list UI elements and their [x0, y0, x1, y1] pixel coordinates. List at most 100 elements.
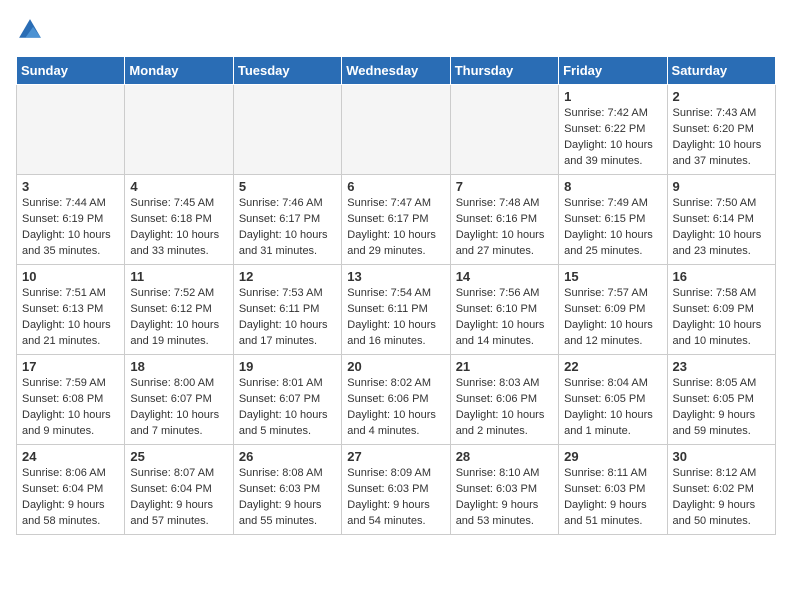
day-info: Sunrise: 8:07 AM Sunset: 6:04 PM Dayligh… [130, 466, 227, 530]
day-number: 27 [347, 449, 444, 464]
empty-cell [17, 85, 125, 175]
day-cell-27: 27 Sunrise: 8:09 AM Sunset: 6:03 PM Dayli… [342, 445, 450, 535]
day-number: 28 [456, 449, 553, 464]
week-row-4: 17 Sunrise: 7:59 AM Sunset: 6:08 PM Dayli… [17, 355, 776, 445]
day-cell-9: 9 Sunrise: 7:50 AM Sunset: 6:14 PM Daylig… [667, 175, 775, 265]
day-info: Sunrise: 8:01 AM Sunset: 6:07 PM Dayligh… [239, 376, 336, 440]
header-row: SundayMondayTuesdayWednesdayThursdayFrid… [17, 57, 776, 85]
day-cell-6: 6 Sunrise: 7:47 AM Sunset: 6:17 PM Daylig… [342, 175, 450, 265]
week-row-3: 10 Sunrise: 7:51 AM Sunset: 6:13 PM Dayli… [17, 265, 776, 355]
empty-cell [233, 85, 341, 175]
day-number: 18 [130, 359, 227, 374]
day-cell-8: 8 Sunrise: 7:49 AM Sunset: 6:15 PM Daylig… [559, 175, 667, 265]
day-info: Sunrise: 7:56 AM Sunset: 6:10 PM Dayligh… [456, 286, 553, 350]
day-cell-23: 23Sunrise: 8:05 AM Sunset: 6:05 PM Dayli… [667, 355, 775, 445]
empty-cell [342, 85, 450, 175]
week-row-5: 24 Sunrise: 8:06 AM Sunset: 6:04 PM Dayli… [17, 445, 776, 535]
day-cell-16: 16Sunrise: 7:58 AM Sunset: 6:09 PM Dayli… [667, 265, 775, 355]
day-number: 11 [130, 269, 227, 284]
day-number: 2 [673, 89, 770, 104]
day-info: Sunrise: 7:43 AM Sunset: 6:20 PM Dayligh… [673, 106, 770, 170]
day-info: Sunrise: 7:57 AM Sunset: 6:09 PM Dayligh… [564, 286, 661, 350]
day-info: Sunrise: 8:10 AM Sunset: 6:03 PM Dayligh… [456, 466, 553, 530]
day-number: 21 [456, 359, 553, 374]
day-number: 22 [564, 359, 661, 374]
logo [16, 16, 48, 44]
day-cell-4: 4Sunrise: 7:45 AM Sunset: 6:18 PM Daylig… [125, 175, 233, 265]
calendar-table: SundayMondayTuesdayWednesdayThursdayFrid… [16, 56, 776, 535]
day-number: 25 [130, 449, 227, 464]
day-number: 8 [564, 179, 661, 194]
day-cell-22: 22 Sunrise: 8:04 AM Sunset: 6:05 PM Dayli… [559, 355, 667, 445]
week-row-1: 1Sunrise: 7:42 AM Sunset: 6:22 PM Daylig… [17, 85, 776, 175]
col-header-monday: Monday [125, 57, 233, 85]
day-cell-13: 13 Sunrise: 7:54 AM Sunset: 6:11 PM Dayli… [342, 265, 450, 355]
day-info: Sunrise: 7:50 AM Sunset: 6:14 PM Dayligh… [673, 196, 770, 260]
day-cell-28: 28 Sunrise: 8:10 AM Sunset: 6:03 PM Dayli… [450, 445, 558, 535]
day-number: 23 [673, 359, 770, 374]
day-number: 13 [347, 269, 444, 284]
day-cell-2: 2 Sunrise: 7:43 AM Sunset: 6:20 PM Daylig… [667, 85, 775, 175]
col-header-sunday: Sunday [17, 57, 125, 85]
day-info: Sunrise: 7:54 AM Sunset: 6:11 PM Dayligh… [347, 286, 444, 350]
day-number: 17 [22, 359, 119, 374]
day-info: Sunrise: 7:59 AM Sunset: 6:08 PM Dayligh… [22, 376, 119, 440]
day-cell-18: 18 Sunrise: 8:00 AM Sunset: 6:07 PM Dayli… [125, 355, 233, 445]
day-number: 15 [564, 269, 661, 284]
day-info: Sunrise: 8:04 AM Sunset: 6:05 PM Dayligh… [564, 376, 661, 440]
empty-cell [450, 85, 558, 175]
day-cell-21: 21 Sunrise: 8:03 AM Sunset: 6:06 PM Dayli… [450, 355, 558, 445]
week-row-2: 3Sunrise: 7:44 AM Sunset: 6:19 PM Daylig… [17, 175, 776, 265]
day-cell-12: 12Sunrise: 7:53 AM Sunset: 6:11 PM Dayli… [233, 265, 341, 355]
day-cell-1: 1Sunrise: 7:42 AM Sunset: 6:22 PM Daylig… [559, 85, 667, 175]
day-info: Sunrise: 8:06 AM Sunset: 6:04 PM Dayligh… [22, 466, 119, 530]
day-info: Sunrise: 7:58 AM Sunset: 6:09 PM Dayligh… [673, 286, 770, 350]
day-cell-7: 7 Sunrise: 7:48 AM Sunset: 6:16 PM Daylig… [450, 175, 558, 265]
day-info: Sunrise: 8:03 AM Sunset: 6:06 PM Dayligh… [456, 376, 553, 440]
col-header-saturday: Saturday [667, 57, 775, 85]
logo-icon [16, 16, 44, 44]
day-cell-25: 25 Sunrise: 8:07 AM Sunset: 6:04 PM Dayli… [125, 445, 233, 535]
col-header-tuesday: Tuesday [233, 57, 341, 85]
day-number: 14 [456, 269, 553, 284]
day-info: Sunrise: 8:11 AM Sunset: 6:03 PM Dayligh… [564, 466, 661, 530]
day-number: 10 [22, 269, 119, 284]
day-cell-24: 24 Sunrise: 8:06 AM Sunset: 6:04 PM Dayli… [17, 445, 125, 535]
day-number: 9 [673, 179, 770, 194]
day-info: Sunrise: 7:46 AM Sunset: 6:17 PM Dayligh… [239, 196, 336, 260]
day-cell-10: 10 Sunrise: 7:51 AM Sunset: 6:13 PM Dayli… [17, 265, 125, 355]
day-info: Sunrise: 7:51 AM Sunset: 6:13 PM Dayligh… [22, 286, 119, 350]
day-number: 29 [564, 449, 661, 464]
day-cell-15: 15 Sunrise: 7:57 AM Sunset: 6:09 PM Dayli… [559, 265, 667, 355]
day-number: 30 [673, 449, 770, 464]
col-header-wednesday: Wednesday [342, 57, 450, 85]
day-cell-19: 19 Sunrise: 8:01 AM Sunset: 6:07 PM Dayli… [233, 355, 341, 445]
col-header-thursday: Thursday [450, 57, 558, 85]
day-cell-14: 14 Sunrise: 7:56 AM Sunset: 6:10 PM Dayli… [450, 265, 558, 355]
day-number: 19 [239, 359, 336, 374]
day-cell-20: 20 Sunrise: 8:02 AM Sunset: 6:06 PM Dayli… [342, 355, 450, 445]
day-info: Sunrise: 8:00 AM Sunset: 6:07 PM Dayligh… [130, 376, 227, 440]
day-number: 26 [239, 449, 336, 464]
day-cell-26: 26Sunrise: 8:08 AM Sunset: 6:03 PM Dayli… [233, 445, 341, 535]
day-number: 24 [22, 449, 119, 464]
day-info: Sunrise: 7:49 AM Sunset: 6:15 PM Dayligh… [564, 196, 661, 260]
col-header-friday: Friday [559, 57, 667, 85]
day-info: Sunrise: 7:53 AM Sunset: 6:11 PM Dayligh… [239, 286, 336, 350]
day-info: Sunrise: 7:48 AM Sunset: 6:16 PM Dayligh… [456, 196, 553, 260]
day-number: 20 [347, 359, 444, 374]
page-header [16, 16, 776, 44]
day-number: 6 [347, 179, 444, 194]
day-cell-5: 5 Sunrise: 7:46 AM Sunset: 6:17 PM Daylig… [233, 175, 341, 265]
day-cell-29: 29 Sunrise: 8:11 AM Sunset: 6:03 PM Dayli… [559, 445, 667, 535]
day-cell-3: 3Sunrise: 7:44 AM Sunset: 6:19 PM Daylig… [17, 175, 125, 265]
day-number: 7 [456, 179, 553, 194]
day-info: Sunrise: 8:09 AM Sunset: 6:03 PM Dayligh… [347, 466, 444, 530]
day-number: 3 [22, 179, 119, 194]
day-info: Sunrise: 8:02 AM Sunset: 6:06 PM Dayligh… [347, 376, 444, 440]
day-number: 5 [239, 179, 336, 194]
day-number: 4 [130, 179, 227, 194]
day-info: Sunrise: 8:12 AM Sunset: 6:02 PM Dayligh… [673, 466, 770, 530]
empty-cell [125, 85, 233, 175]
day-info: Sunrise: 7:47 AM Sunset: 6:17 PM Dayligh… [347, 196, 444, 260]
